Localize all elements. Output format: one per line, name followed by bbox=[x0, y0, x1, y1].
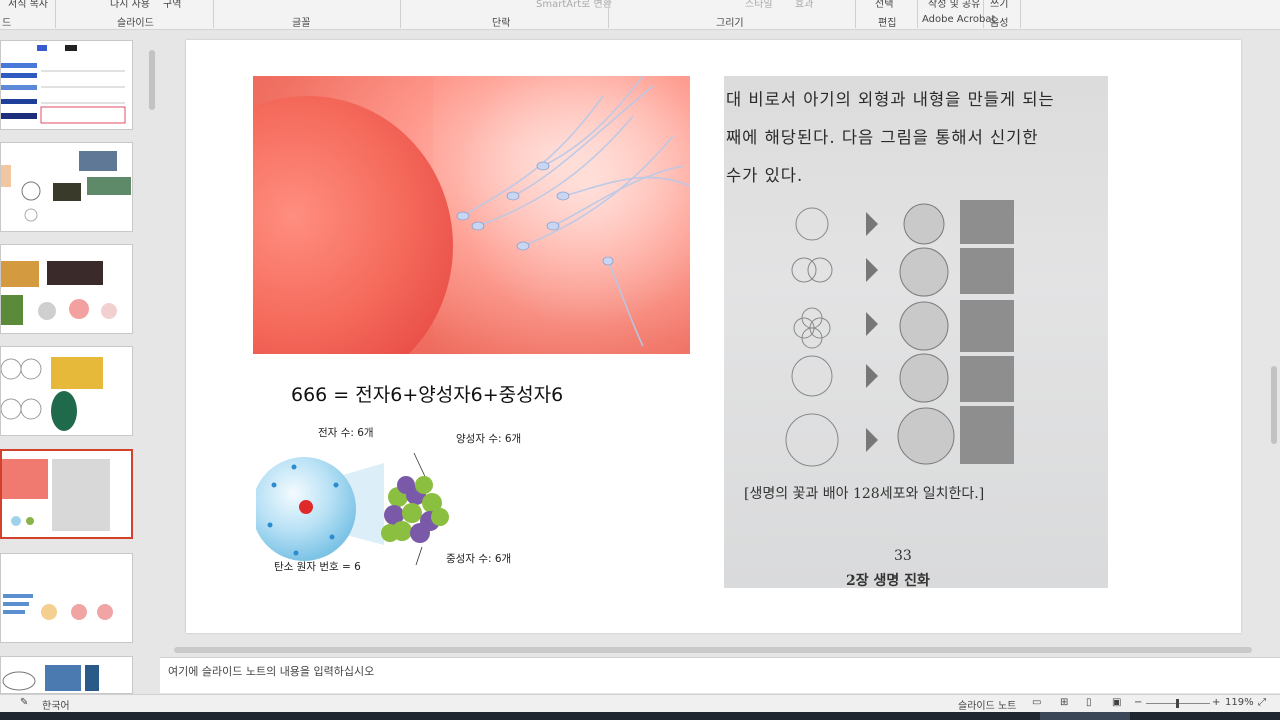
shape-style-button[interactable]: 스타일 bbox=[745, 0, 773, 10]
ribbon-group-voice: 음성 bbox=[990, 18, 1009, 29]
slideshow-icon[interactable]: ▣ bbox=[1112, 697, 1121, 708]
status-bar: ✎ 한국어 슬라이드 노트 ▭ ⊞ ▯ ▣ − + 119% ⤢ bbox=[0, 694, 1280, 712]
book-text-line: 째에 해당된다. 다음 그림을 통해서 신기한 bbox=[726, 128, 1039, 147]
chapter-title: 2장 생명 진화 bbox=[846, 573, 930, 588]
language-indicator[interactable]: 한국어 bbox=[42, 697, 70, 712]
slide-thumbnail[interactable] bbox=[0, 244, 133, 334]
figure-caption: [생명의 꽃과 배아 128세포와 일치한다.] bbox=[744, 486, 985, 502]
normal-view-icon[interactable]: ▭ bbox=[1032, 697, 1041, 708]
horizontal-scrollbar[interactable] bbox=[160, 644, 1268, 656]
ribbon-group-font: 글꼴 bbox=[292, 18, 311, 29]
zoom-in-icon[interactable]: + bbox=[1212, 697, 1220, 708]
dictate-button[interactable]: 쓰기 bbox=[990, 0, 1008, 10]
atomic-number-label: 탄소 원자 번호 = 6 bbox=[274, 561, 361, 573]
thumbnail-content bbox=[1, 357, 103, 431]
ribbon-separator bbox=[55, 0, 56, 28]
shape-effect-button[interactable]: 효과 bbox=[795, 0, 813, 10]
slide-thumbnail[interactable] bbox=[0, 40, 133, 130]
thumbnail-content bbox=[1, 45, 126, 124]
ribbon-group-slides: 슬라이드 bbox=[117, 18, 154, 29]
taskbar-item[interactable] bbox=[1040, 712, 1130, 720]
slide-thumbnail[interactable] bbox=[0, 656, 133, 694]
notes-placeholder[interactable]: 여기에 슬라이드 노트의 내용을 입력하십시오 bbox=[168, 663, 374, 679]
thumbnail-scrollbar[interactable] bbox=[147, 30, 157, 694]
smartart-convert-button[interactable]: SmartArt로 변환 bbox=[536, 0, 612, 10]
reading-view-icon[interactable]: ▯ bbox=[1086, 697, 1092, 708]
thumbnail-content bbox=[2, 665, 99, 691]
create-share-button[interactable]: 작성 및 공유 bbox=[928, 0, 980, 10]
slide-thumbnail-pane bbox=[0, 30, 158, 694]
slide-canvas[interactable]: 666 = 전자6+양성자6+중성자6 전자 수: 6개 양성자 수: 6개 탄… bbox=[186, 40, 1241, 633]
reuse-slides-button[interactable]: 다시 사용 bbox=[110, 0, 150, 10]
thumbnail-content bbox=[2, 459, 110, 531]
formula-text[interactable]: 666 = 전자6+양성자6+중성자6 bbox=[291, 380, 563, 407]
egg-sperm-image[interactable] bbox=[253, 76, 690, 354]
ribbon-separator bbox=[608, 0, 609, 28]
ribbon-separator bbox=[855, 0, 856, 28]
ribbon-separator bbox=[1020, 0, 1021, 28]
spellcheck-icon[interactable]: ✎ bbox=[20, 697, 28, 708]
ribbon-separator bbox=[917, 0, 918, 28]
fit-to-window-icon[interactable]: ⤢ bbox=[1258, 697, 1266, 708]
slide-thumbnail[interactable] bbox=[0, 346, 133, 436]
slide-thumbnail-current[interactable] bbox=[0, 449, 133, 539]
slide-thumbnail[interactable] bbox=[0, 142, 133, 232]
slide-thumbnail[interactable] bbox=[0, 553, 133, 643]
format-painter-button[interactable]: 서식 복사 bbox=[8, 0, 48, 10]
os-taskbar bbox=[0, 712, 1280, 720]
ribbon-separator bbox=[400, 0, 401, 28]
slide-notes-button[interactable]: 슬라이드 노트 bbox=[958, 697, 1016, 712]
ribbon-group-acrobat: Adobe Acrobat bbox=[922, 14, 996, 25]
sperm-cells-illustration bbox=[456, 76, 690, 347]
ribbon: 서식 복사 다시 사용 구역 SmartArt로 변환 스타일 효과 선택 작성… bbox=[0, 0, 1280, 30]
zoom-level[interactable]: 119% bbox=[1225, 697, 1254, 708]
ribbon-group-drawing: 그리기 bbox=[716, 18, 744, 29]
vertical-scrollbar[interactable] bbox=[1268, 30, 1280, 642]
thumbnail-scroll-thumb[interactable] bbox=[149, 50, 155, 110]
book-text-line: 수가 있다. bbox=[726, 166, 804, 185]
page-number: 33 bbox=[894, 548, 912, 564]
thumbnail-content bbox=[1, 261, 117, 325]
vertical-scroll-thumb[interactable] bbox=[1271, 366, 1277, 444]
ribbon-group-editing: 편집 bbox=[878, 18, 897, 29]
thumbnail-content bbox=[3, 594, 113, 620]
horizontal-scroll-thumb[interactable] bbox=[174, 647, 1252, 653]
book-text-line: 대 비로서 아기의 외형과 내형을 만들게 되는 bbox=[726, 90, 1055, 109]
neutron-count-label: 중성자 수: 6개 bbox=[446, 553, 512, 565]
ribbon-separator bbox=[213, 0, 214, 28]
select-button[interactable]: 선택 bbox=[875, 0, 893, 10]
carbon-atom-diagram[interactable]: 전자 수: 6개 양성자 수: 6개 탄소 원자 번호 = 6 중성자 수: 6… bbox=[256, 425, 556, 585]
slide-notes-pane[interactable]: 여기에 슬라이드 노트의 내용을 입력하십시오 bbox=[160, 657, 1280, 693]
section-button[interactable]: 구역 bbox=[163, 0, 181, 10]
ribbon-group-clipboard: 드 bbox=[2, 18, 12, 29]
ribbon-group-paragraph: 단락 bbox=[492, 18, 511, 29]
slide-sorter-icon[interactable]: ⊞ bbox=[1060, 697, 1068, 708]
slide-editing-area: 666 = 전자6+양성자6+중성자6 전자 수: 6개 양성자 수: 6개 탄… bbox=[158, 30, 1268, 642]
zoom-out-icon[interactable]: − bbox=[1134, 697, 1142, 708]
thumbnail-content bbox=[1, 151, 131, 222]
zoom-slider-thumb[interactable] bbox=[1176, 699, 1179, 708]
flower-of-life-embryo-figure bbox=[785, 200, 1014, 467]
book-page-image[interactable]: 대 비로서 아기의 외형과 내형을 만들게 되는 째에 해당된다. 다음 그림을… bbox=[724, 76, 1108, 588]
